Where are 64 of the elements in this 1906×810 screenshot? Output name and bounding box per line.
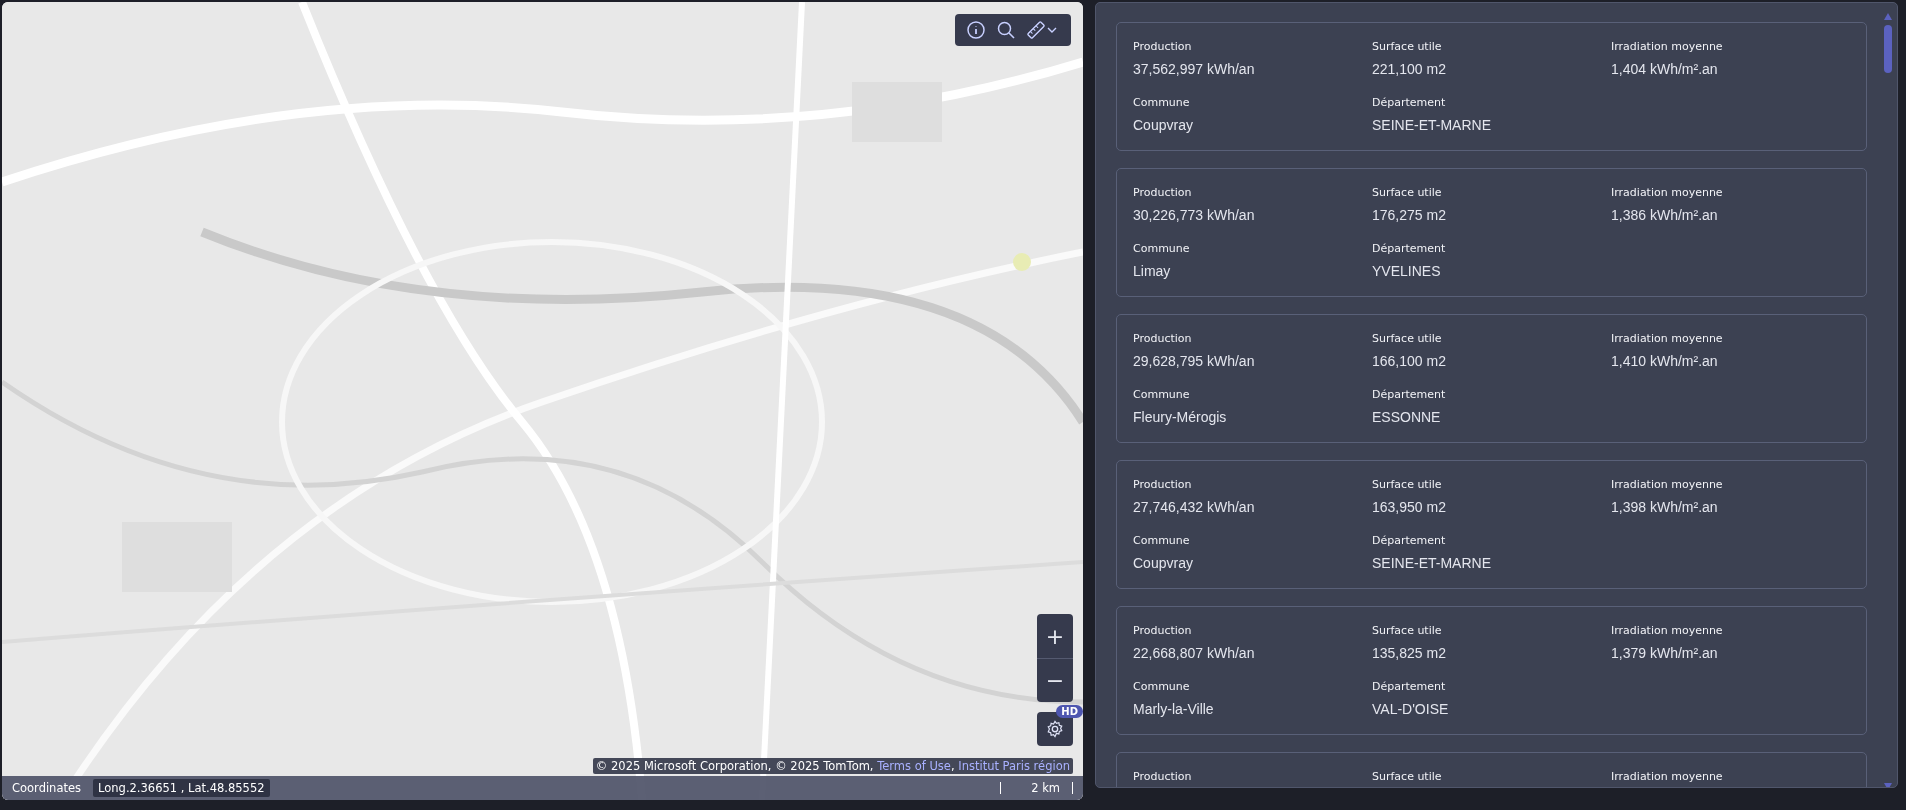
zoom-out-button[interactable]: −: [1037, 658, 1073, 702]
field-label: Irradiation moyenne: [1611, 624, 1723, 637]
field-label: Irradiation moyenne: [1611, 186, 1723, 199]
field-label: Commune: [1133, 242, 1190, 255]
map-attribution: © 2025 Microsoft Corporation, © 2025 TomTom, Terms of Use, Institut Paris région: [592, 758, 1073, 774]
zoom-in-button[interactable]: +: [1037, 614, 1073, 658]
field-value: Marly-la-Ville: [1133, 701, 1214, 717]
field-value: 1,404 kWh/m².an: [1611, 61, 1718, 77]
field-label: Surface utile: [1372, 332, 1442, 345]
field-value: 30,226,773 kWh/an: [1133, 207, 1255, 223]
field-label: Département: [1372, 96, 1446, 109]
field-label: Commune: [1133, 96, 1190, 109]
field-label: Production: [1133, 332, 1192, 345]
field-label: Surface utile: [1372, 478, 1442, 491]
field-label: Production: [1133, 478, 1192, 491]
field-value: VAL-D'OISE: [1372, 701, 1449, 717]
field-value: YVELINES: [1372, 263, 1441, 279]
field-value: 29,628,795 kWh/an: [1133, 353, 1255, 369]
field-label: Surface utile: [1372, 770, 1442, 783]
field-label: Irradiation moyenne: [1611, 478, 1723, 491]
field-label: Commune: [1133, 534, 1190, 547]
field-value: 163,950 m2: [1372, 499, 1446, 515]
field-label: Irradiation moyenne: [1611, 332, 1723, 345]
field-label: Irradiation moyenne: [1611, 770, 1723, 783]
settings-icon: [1046, 720, 1064, 738]
field-label: Production: [1133, 186, 1192, 199]
field-label: Surface utile: [1372, 624, 1442, 637]
field-label: Commune: [1133, 680, 1190, 693]
field-value: 1,386 kWh/m².an: [1611, 207, 1718, 223]
field-value: 37,562,997 kWh/an: [1133, 61, 1255, 77]
field-label: Surface utile: [1372, 40, 1442, 53]
field-label: Irradiation moyenne: [1611, 40, 1723, 53]
field-value: Fleury-Mérogis: [1133, 409, 1227, 425]
field-value: 1,398 kWh/m².an: [1611, 499, 1718, 515]
field-value: SEINE-ET-MARNE: [1372, 117, 1491, 133]
field-value: ESSONNE: [1372, 409, 1441, 425]
field-label: Département: [1372, 388, 1446, 401]
field-label: Commune: [1133, 388, 1190, 401]
field-value: 22,668,807 kWh/an: [1133, 645, 1255, 661]
field-value: 221,100 m2: [1372, 61, 1446, 77]
field-value: Coupvray: [1133, 117, 1193, 133]
field-value: 1,410 kWh/m².an: [1611, 353, 1718, 369]
coordinates-label: Coordinates: [12, 781, 82, 795]
field-value: 166,100 m2: [1372, 353, 1446, 369]
field-label: Surface utile: [1372, 186, 1442, 199]
field-label: Département: [1372, 534, 1446, 547]
field-value: Limay: [1133, 263, 1171, 279]
attribution-link[interactable]: Institut Paris région: [958, 759, 1070, 773]
field-value: SEINE-ET-MARNE: [1372, 555, 1491, 571]
scale-bar: 2 km: [1000, 782, 1073, 794]
field-label: Production: [1133, 770, 1192, 783]
field-label: Production: [1133, 40, 1192, 53]
attribution-link[interactable]: Terms of Use: [877, 759, 951, 773]
field-value: Coupvray: [1133, 555, 1193, 571]
field-value: 27,746,432 kWh/an: [1133, 499, 1255, 515]
field-value: 176,275 m2: [1372, 207, 1446, 223]
search-icon: [996, 20, 1016, 40]
field-label: Département: [1372, 242, 1446, 255]
field-label: Département: [1372, 680, 1446, 693]
info-icon: [966, 20, 986, 40]
coordinates-value: Long.2.36651 , Lat.48.85552: [93, 779, 270, 797]
field-value: 135,825 m2: [1372, 645, 1446, 661]
field-label: Production: [1133, 624, 1192, 637]
field-value: 1,379 kWh/m².an: [1611, 645, 1718, 661]
